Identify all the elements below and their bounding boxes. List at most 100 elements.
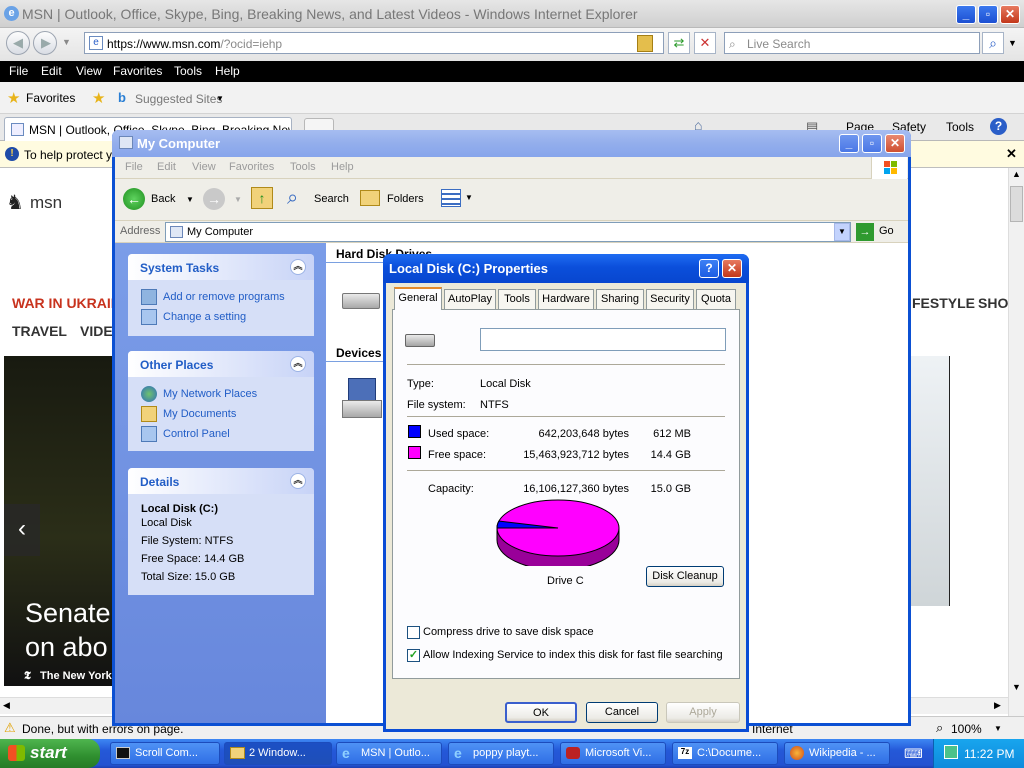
error-warning-icon[interactable]: ⚠ (4, 720, 16, 736)
mc-minimize-button[interactable]: _ (839, 134, 859, 153)
page-vertical-scrollbar[interactable]: ▲ ▼ (1008, 168, 1024, 716)
ie-minimize-button[interactable]: _ (956, 5, 976, 24)
mc-search-button[interactable]: ⌕ Search (287, 187, 357, 211)
details-header[interactable]: Details ︽ (128, 468, 314, 494)
go-arrow-icon[interactable]: → (856, 223, 874, 241)
change-setting-link[interactable]: Change a setting (163, 311, 246, 323)
task-documents-7zip[interactable]: 7z C:\Docume... (672, 742, 778, 765)
stop-button[interactable]: ✕ (694, 32, 716, 54)
mc-menu-view[interactable]: View (192, 161, 216, 173)
ie-back-button[interactable]: ◀ (6, 31, 30, 55)
tab-autoplay[interactable]: AutoPlay (444, 289, 496, 309)
my-documents-link[interactable]: My Documents (163, 408, 236, 420)
refresh-button[interactable]: ⇄ (668, 32, 690, 54)
nav-shopping[interactable]: SHO (978, 295, 1008, 311)
hero-headline-line1[interactable]: Senate (25, 598, 111, 629)
zoom-dropdown-icon[interactable]: ▼ (994, 724, 1002, 733)
scroll-down-icon[interactable]: ▼ (1012, 682, 1021, 692)
clock[interactable]: 11:22 PM (964, 747, 1014, 761)
task-scroll-command[interactable]: Scroll Com... (110, 742, 220, 765)
nav-lifestyle[interactable]: FESTYLE (912, 295, 975, 311)
mc-address-field[interactable]: My Computer ▼ (165, 222, 851, 242)
tab-security[interactable]: Security (646, 289, 694, 309)
dialog-close-button[interactable]: ✕ (722, 259, 742, 278)
address-dropdown-icon[interactable]: ▼ (834, 223, 850, 241)
keyboard-icon[interactable]: ⌨ (904, 746, 923, 762)
system-tasks-header[interactable]: System Tasks ︽ (128, 254, 314, 280)
infobar-close-icon[interactable]: ✕ (1006, 146, 1017, 162)
tab-sharing[interactable]: Sharing (596, 289, 644, 309)
volume-label-input[interactable] (480, 328, 726, 351)
ie-search-box[interactable]: ⌕ Live Search (724, 32, 980, 54)
ie-close-button[interactable]: ✕ (1000, 5, 1020, 24)
mc-menu-file[interactable]: File (125, 161, 143, 173)
search-options-icon[interactable]: ▼ (1008, 38, 1017, 48)
zoom-level[interactable]: 100% (951, 722, 982, 736)
my-computer-title-bar[interactable]: My Computer _ ▫ ✕ (112, 130, 911, 157)
hero-prev-button[interactable]: ‹ (4, 504, 40, 556)
mc-menu-favorites[interactable]: Favorites (229, 161, 274, 173)
dialog-title-bar[interactable]: Local Disk (C:) Properties ? ✕ (383, 254, 749, 283)
local-disk-icon[interactable] (342, 287, 382, 315)
collapse-chevron-icon[interactable]: ︽ (290, 473, 306, 489)
add-favorite-icon[interactable]: ★ (92, 89, 105, 107)
mc-menu-edit[interactable]: Edit (157, 161, 176, 173)
dialog-help-button[interactable]: ? (699, 259, 719, 278)
disk-cleanup-button[interactable]: Disk Cleanup (646, 566, 724, 587)
scroll-up-icon[interactable]: ▲ (1012, 169, 1021, 179)
task-wikipedia[interactable]: Wikipedia - ... (784, 742, 890, 765)
indexing-checkbox[interactable]: ✓ (407, 649, 420, 662)
msn-logo[interactable]: msn (30, 193, 62, 213)
cmd-tools[interactable]: Tools (946, 120, 974, 134)
ie-maximize-button[interactable]: ▫ (978, 5, 998, 24)
suggested-sites-link[interactable]: Suggested Sites (135, 92, 222, 106)
nav-travel[interactable]: TRAVEL (12, 323, 67, 339)
help-icon[interactable]: ? (990, 118, 1007, 135)
mc-back-button[interactable]: ← Back ▼ (123, 188, 194, 212)
views-button[interactable]: ▼ (441, 188, 475, 210)
tab-tools[interactable]: Tools (498, 289, 536, 309)
menu-file[interactable]: File (9, 64, 28, 78)
collapse-chevron-icon[interactable]: ︽ (290, 259, 306, 275)
menu-favorites[interactable]: Favorites (113, 64, 162, 78)
menu-edit[interactable]: Edit (41, 64, 62, 78)
search-go-button[interactable]: ⌕ (982, 32, 1004, 54)
mc-forward-icon[interactable]: → (203, 188, 225, 210)
hero-image[interactable]: ‹ Senate on abo 𝕿 The New York (4, 356, 112, 686)
my-network-places-link[interactable]: My Network Places (163, 388, 257, 400)
control-panel-link[interactable]: Control Panel (163, 428, 230, 440)
mc-menu-help[interactable]: Help (331, 161, 354, 173)
mc-maximize-button[interactable]: ▫ (862, 134, 882, 153)
mc-folders-button[interactable]: Folders (360, 187, 432, 211)
tab-general[interactable]: General (394, 287, 442, 310)
favorites-button[interactable]: Favorites (26, 91, 75, 105)
floppy-drive-icon[interactable] (342, 378, 384, 424)
menu-view[interactable]: View (76, 64, 102, 78)
mc-menu-tools[interactable]: Tools (290, 161, 316, 173)
tab-hardware[interactable]: Hardware (538, 289, 594, 309)
ie-forward-button[interactable]: ▶ (33, 31, 57, 55)
add-remove-programs-link[interactable]: Add or remove programs (163, 291, 285, 303)
cancel-button[interactable]: Cancel (586, 702, 658, 723)
scroll-left-icon[interactable]: ◀ (3, 700, 10, 711)
menu-help[interactable]: Help (215, 64, 240, 78)
scroll-thumb[interactable] (1010, 186, 1023, 222)
start-button[interactable]: start (0, 739, 100, 768)
scroll-right-icon[interactable]: ▶ (994, 700, 1001, 711)
compress-checkbox[interactable] (407, 626, 420, 639)
suggested-sites-dropdown-icon[interactable]: ▼ (216, 94, 224, 103)
collapse-chevron-icon[interactable]: ︽ (290, 356, 306, 372)
history-dropdown-icon[interactable]: ▼ (62, 37, 71, 47)
mc-close-button[interactable]: ✕ (885, 134, 905, 153)
network-icon[interactable] (944, 745, 958, 759)
ie-address-bar[interactable]: e https://www.msn.com/?ocid=iehp (84, 32, 664, 54)
hero-headline-line2[interactable]: on abo (25, 632, 108, 663)
tab-quota[interactable]: Quota (696, 289, 736, 309)
nav-war-in-ukraine[interactable]: WAR IN UKRAIN (12, 295, 121, 311)
task-windows-explorer[interactable]: 2 Window... (224, 742, 332, 765)
side-image[interactable] (908, 356, 950, 606)
other-places-header[interactable]: Other Places ︽ (128, 351, 314, 377)
forward-dropdown-icon[interactable]: ▼ (234, 195, 242, 204)
up-folder-icon[interactable]: ↑ (251, 187, 273, 209)
go-button[interactable]: Go (879, 225, 894, 237)
